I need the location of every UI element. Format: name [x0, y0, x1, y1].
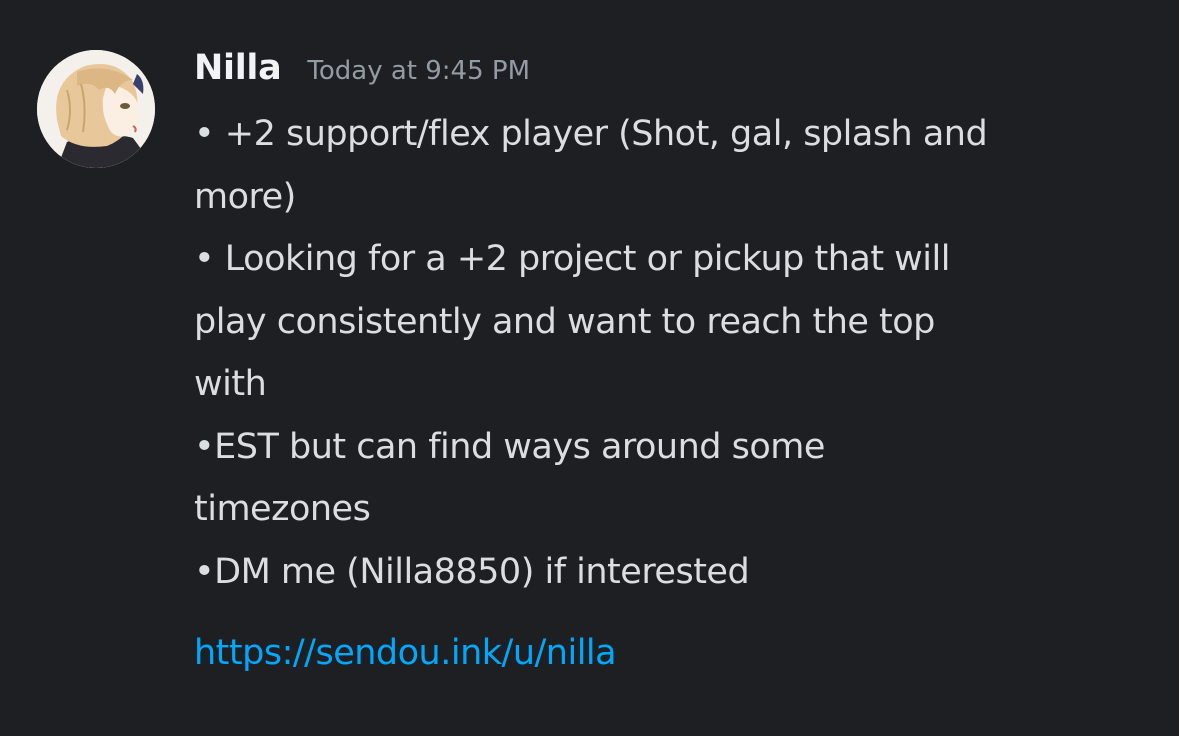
message-line: more)	[194, 176, 296, 217]
message-line: with	[194, 364, 267, 404]
message-header: Nilla Today at 9:45 PM	[194, 48, 530, 88]
message-line: •EST but can find ways around some	[194, 426, 825, 467]
timestamp[interactable]: Today at 9:45 PM	[307, 56, 530, 86]
message-line: • Looking for a +2 project or pickup tha…	[194, 239, 950, 279]
message-line: •DM me (Nilla8850) if interested	[194, 551, 750, 592]
chat-message: Nilla Today at 9:45 PM • +2 support/flex…	[0, 0, 1179, 736]
message-line: • +2 support/flex player (Shot, gal, spl…	[194, 114, 988, 154]
username[interactable]: Nilla	[194, 48, 282, 88]
message-line: timezones	[194, 489, 371, 529]
avatar[interactable]	[37, 50, 155, 168]
user-avatar-icon	[37, 50, 155, 168]
profile-link[interactable]: https://sendou.ink/u/nilla	[194, 622, 617, 684]
message-line: play consistently and want to reach the …	[194, 301, 935, 342]
message-content: • +2 support/flex player (Shot, gal, spl…	[194, 103, 1154, 603]
